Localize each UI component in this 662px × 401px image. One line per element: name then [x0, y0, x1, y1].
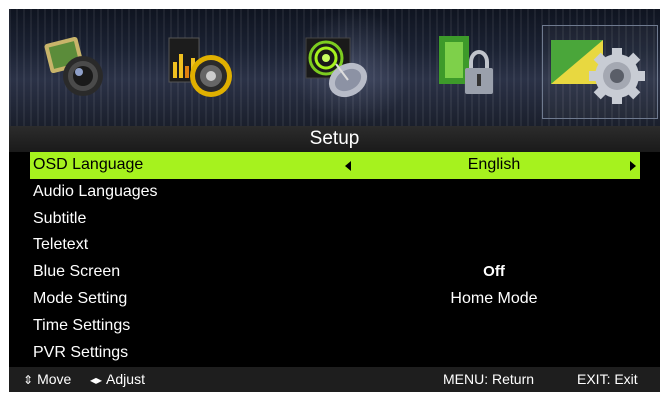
menu-item-value: Off: [483, 263, 505, 281]
menu-item-label: OSD Language: [33, 156, 144, 173]
arrow-right-icon[interactable]: [630, 161, 636, 171]
menu-item-audio-languages[interactable]: Audio Languages: [9, 179, 660, 206]
hint-move-label: Move: [37, 371, 72, 387]
up-down-arrows-icon: ⇕: [23, 373, 34, 387]
hint-menu-return: MENU: Return: [443, 371, 535, 387]
hint-exit: EXIT: Exit: [577, 371, 638, 387]
menu-item-label: Audio Languages: [33, 182, 158, 200]
menu-item-value: Home Mode: [450, 289, 538, 307]
menu-item-pvr-settings[interactable]: PVR Settings: [9, 340, 660, 367]
page-title: Setup: [309, 128, 360, 149]
menu-item-osd-language[interactable]: OSD Language English: [30, 152, 640, 179]
menu-item-subtitle[interactable]: Subtitle: [9, 206, 660, 233]
menu-item-label: Blue Screen: [33, 263, 121, 281]
menu-item-value: English: [467, 156, 521, 173]
key-hint-footer: ⇕ Move ◂▸ Adjust MENU: Return EXIT: Exit: [9, 367, 660, 392]
menu-item-label: Teletext: [33, 236, 89, 254]
menu-item-label: Mode Setting: [33, 289, 128, 307]
menu-item-mode-setting[interactable]: Mode Setting Home Mode: [9, 286, 660, 313]
tv-osd-screen: Setup OSD Language English Audio Languag…: [9, 9, 660, 392]
menu-item-teletext[interactable]: Teletext: [9, 232, 660, 259]
lock-icon[interactable]: [425, 32, 513, 104]
sound-icon[interactable]: [161, 32, 249, 104]
menu-item-label: Time Settings: [33, 316, 131, 334]
picture-icon[interactable]: [37, 32, 125, 104]
arrow-left-icon[interactable]: [345, 161, 351, 171]
setup-gear-icon[interactable]: [545, 32, 655, 104]
hint-adjust-label: Adjust: [106, 371, 145, 387]
setup-menu-list: OSD Language English Audio Languages Sub…: [9, 152, 660, 366]
hint-adjust: ◂▸ Adjust: [90, 367, 145, 392]
menu-item-label: Subtitle: [33, 209, 87, 227]
channel-icon[interactable]: [292, 32, 380, 104]
menu-title-bar: Setup: [9, 126, 660, 152]
hint-move: ⇕ Move: [23, 367, 71, 392]
menu-item-label: PVR Settings: [33, 343, 129, 361]
category-icon-bar: [9, 9, 660, 126]
left-right-arrows-icon: ◂▸: [90, 373, 103, 387]
menu-item-time-settings[interactable]: Time Settings: [9, 313, 660, 340]
menu-item-blue-screen[interactable]: Blue Screen Off: [9, 259, 660, 286]
